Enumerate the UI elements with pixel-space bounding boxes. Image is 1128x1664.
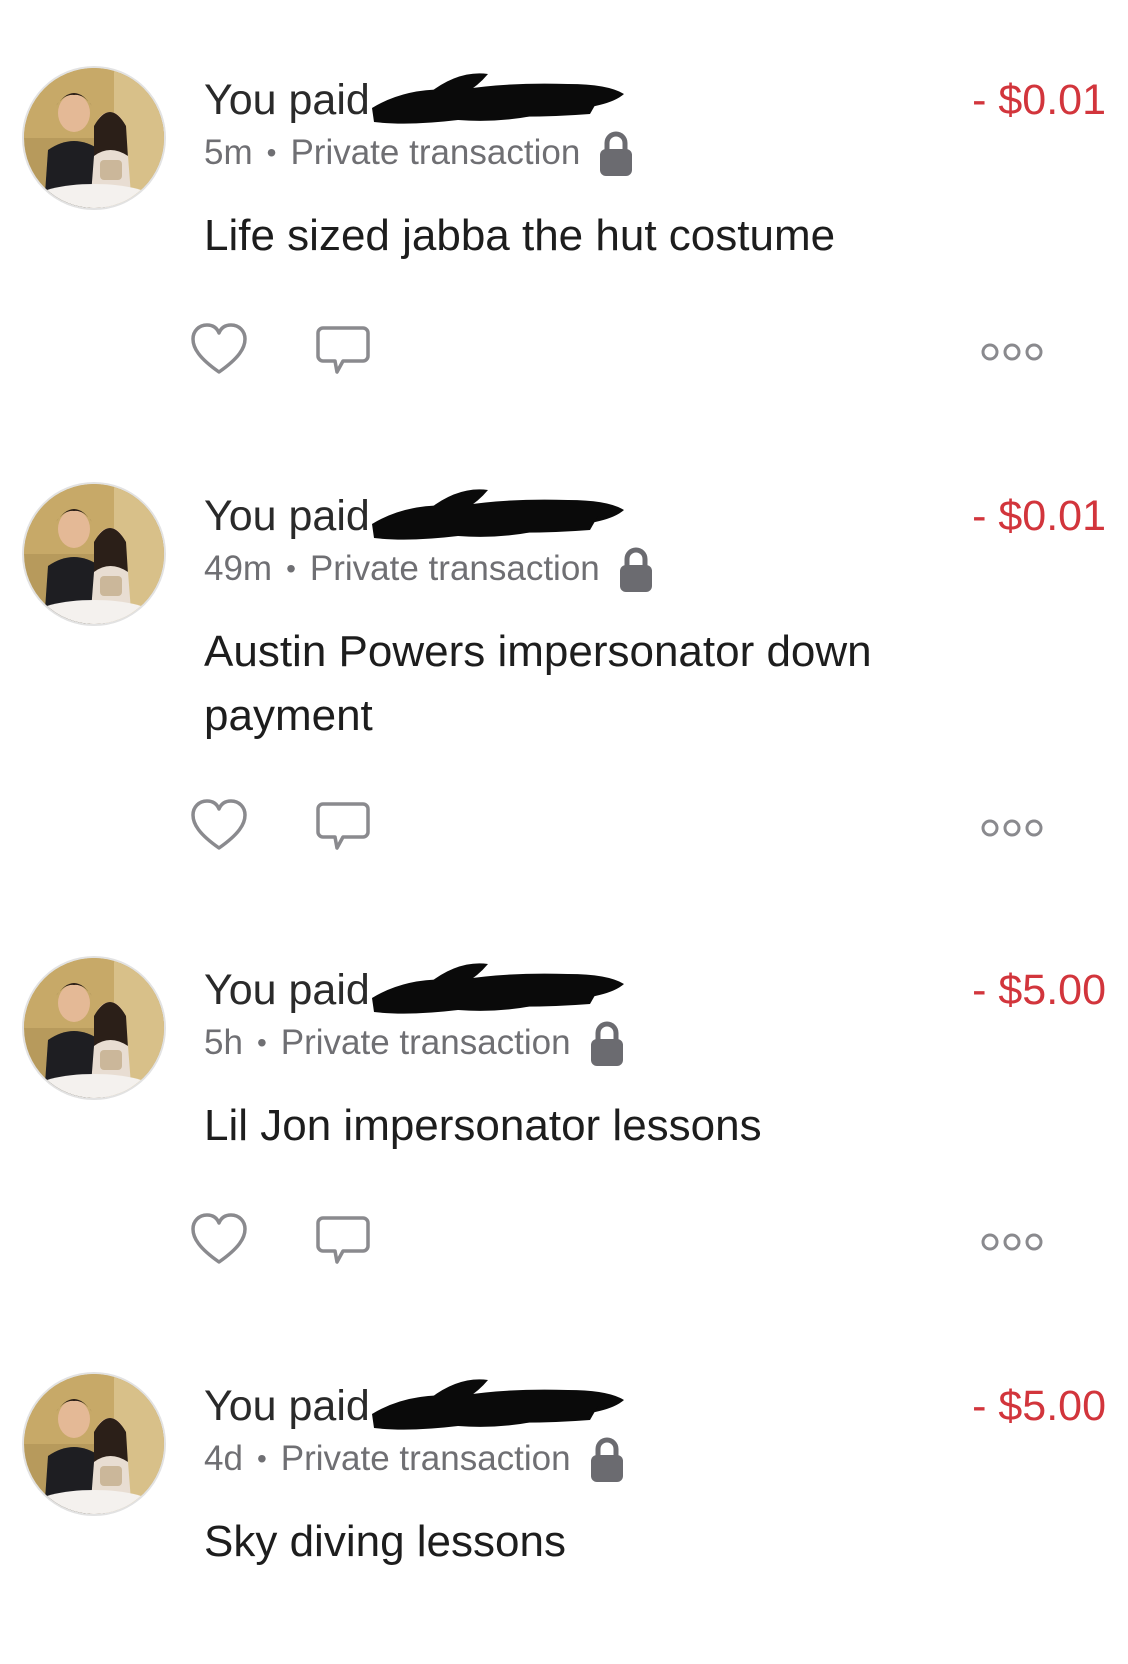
story-time: 5h [204,1023,243,1062]
story-meta: 5h • Private transaction [204,1018,625,1068]
story-action-text: You paid [204,966,370,1014]
more-options-icon[interactable] [976,796,1048,856]
story-meta: 4d • Private transaction [204,1434,625,1484]
payment-note: Sky diving lessons [204,1517,566,1566]
avatar[interactable] [22,66,166,210]
story-headline: You paid [204,486,764,546]
meta-separator: • [256,1443,267,1474]
lock-icon [598,129,634,177]
meta-separator: • [286,553,296,584]
payment-amount: - $5.00 [972,1382,1106,1430]
story-time: 49m [204,549,273,588]
comment-icon[interactable] [313,1210,373,1270]
story-headline: You paid [204,70,764,130]
avatar[interactable] [22,956,166,1100]
story-time: 5m [204,133,253,172]
avatar[interactable] [22,482,166,626]
payment-note: Austin Powers impersonator down payment [204,627,872,740]
payment-amount: - $0.01 [972,492,1106,540]
transaction-feed: You paid - $0.01 5m • Private transactio… [0,0,1128,1664]
avatar[interactable] [22,1372,166,1516]
privacy-label: Private transaction [309,549,600,588]
payment-amount: - $0.01 [972,76,1106,124]
meta-separator: • [256,1027,267,1058]
comment-icon[interactable] [313,796,373,856]
story-headline: You paid [204,960,764,1020]
privacy-label: Private transaction [280,1023,571,1062]
transaction-story[interactable]: You paid - $0.01 5m • Private transactio… [0,0,1128,470]
story-action-text: You paid [204,1382,370,1430]
heart-icon[interactable] [189,320,249,380]
story-meta: 5m • Private transaction [204,128,634,178]
payment-note: Lil Jon impersonator lessons [204,1101,762,1150]
story-action-text: You paid [204,492,370,540]
more-options-icon[interactable] [976,320,1048,380]
story-time: 4d [204,1439,243,1478]
payment-note: Life sized jabba the hut costume [204,211,836,260]
transaction-story[interactable]: You paid - $5.00 4d • Private transactio… [0,1306,1128,1664]
story-action-text: You paid [204,76,370,124]
comment-icon[interactable] [313,320,373,380]
lock-icon [589,1019,625,1067]
story-headline: You paid [204,1376,764,1436]
transaction-story[interactable]: You paid - $0.01 49m • Private transacti… [0,416,1128,886]
lock-icon [589,1435,625,1483]
story-meta: 49m • Private transaction [204,544,654,594]
privacy-label: Private transaction [290,133,581,172]
lock-icon [618,545,654,593]
heart-icon[interactable] [189,796,249,856]
payment-amount: - $5.00 [972,966,1106,1014]
meta-separator: • [266,137,277,168]
transaction-story[interactable]: You paid - $5.00 5h • Private transactio… [0,890,1128,1360]
heart-icon[interactable] [189,1210,249,1270]
privacy-label: Private transaction [280,1439,571,1478]
more-options-icon[interactable] [976,1210,1048,1270]
